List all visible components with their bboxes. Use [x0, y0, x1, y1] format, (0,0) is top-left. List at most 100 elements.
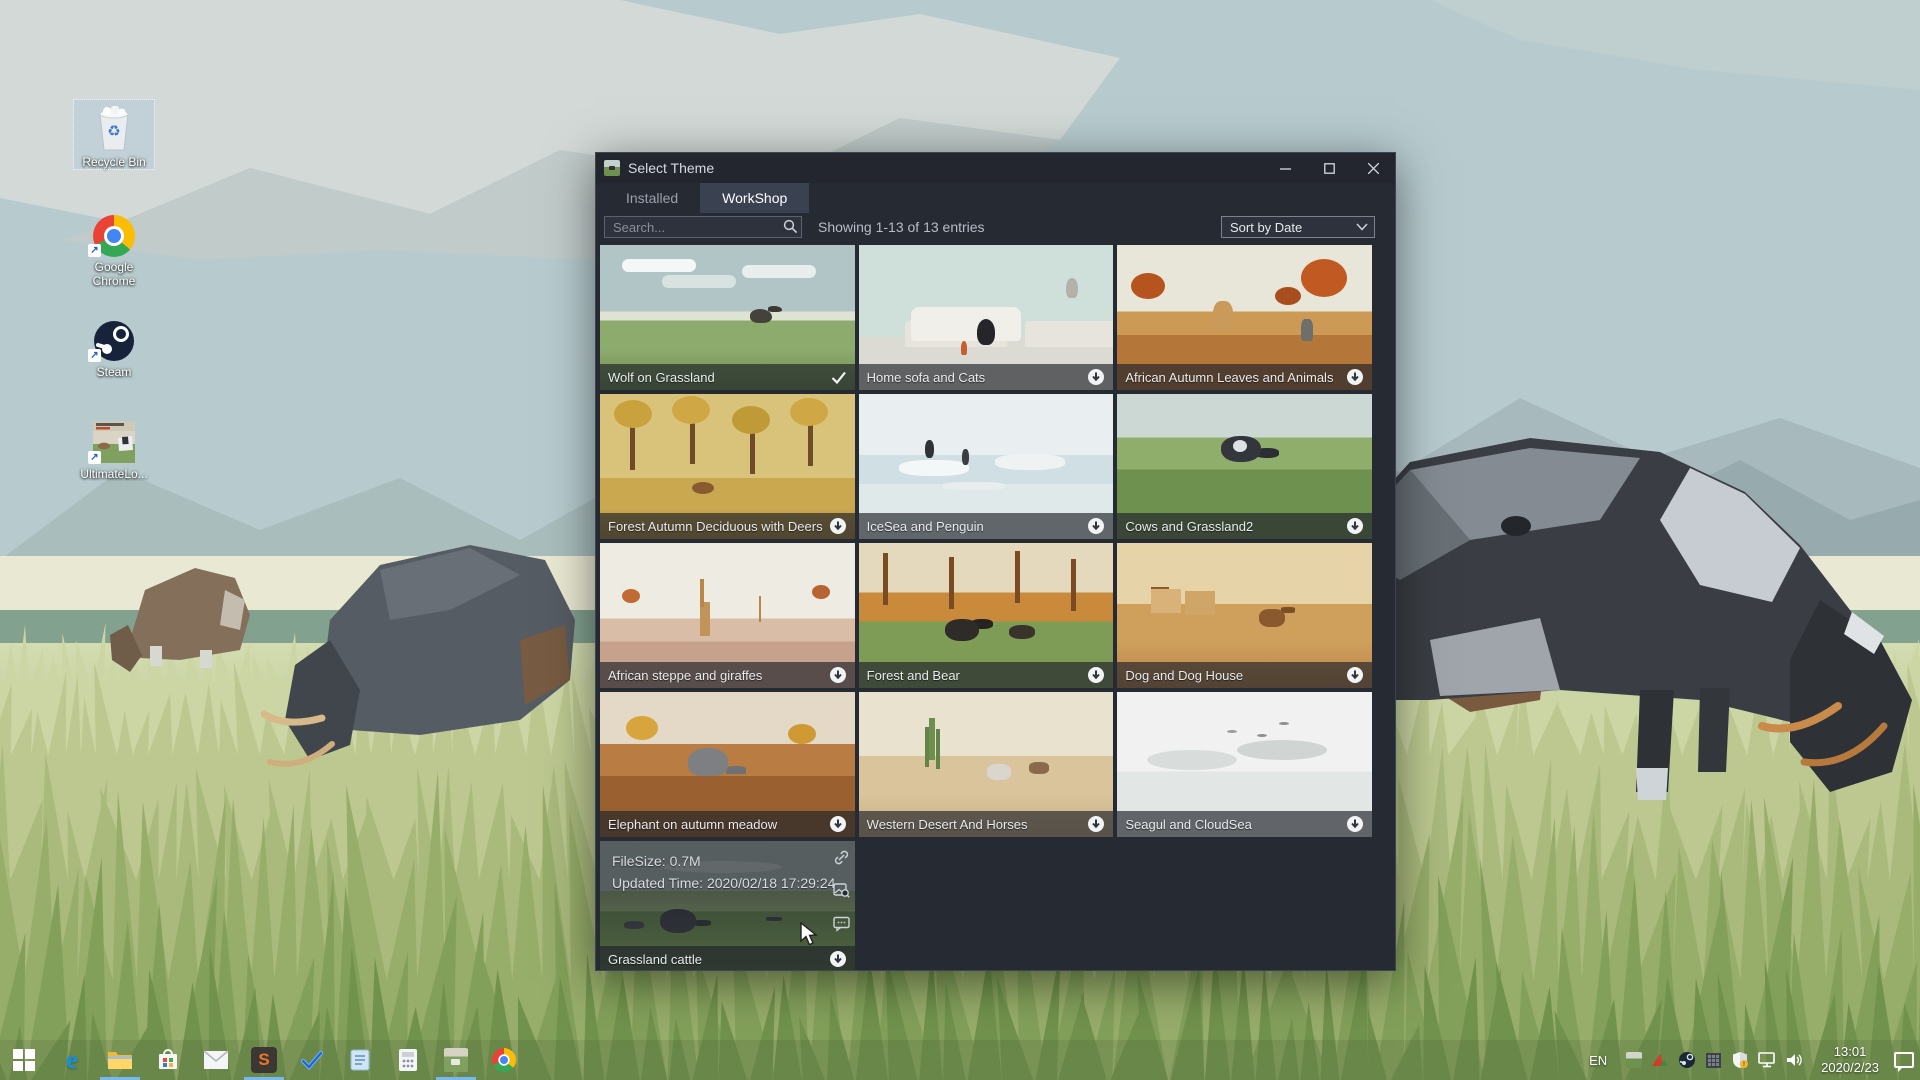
sort-dropdown[interactable]: Sort by Date: [1221, 216, 1375, 238]
download-icon[interactable]: [1346, 368, 1364, 386]
desktop-icon-ultimate-low-poly[interactable]: ↗ UltimateLo...: [74, 412, 154, 481]
taskbar-store[interactable]: [144, 1040, 192, 1080]
chrome-icon: ↗: [74, 205, 154, 257]
tray-wallpaper-icon[interactable]: [1626, 1052, 1642, 1068]
desktop-icon-google-chrome[interactable]: ↗ Google Chrome: [74, 205, 154, 288]
theme-tile[interactable]: Elephant on autumn meadow: [600, 692, 855, 837]
steam-icon: ↗: [74, 310, 154, 362]
taskbar-mail[interactable]: [192, 1040, 240, 1080]
download-icon[interactable]: [829, 815, 847, 833]
download-icon[interactable]: [829, 666, 847, 684]
tab-bar: Installed WorkShop: [596, 183, 1395, 213]
tray-network-icon[interactable]: [1758, 1052, 1777, 1068]
installed-check-icon: [830, 369, 847, 386]
language-indicator[interactable]: EN: [1579, 1053, 1617, 1068]
svg-text:♻: ♻: [107, 123, 120, 140]
clock-time: 13:01: [1821, 1044, 1879, 1060]
edge-icon: e: [66, 1045, 78, 1075]
tab-workshop[interactable]: WorkShop: [700, 183, 809, 213]
theme-tile[interactable]: Western Desert And Horses: [859, 692, 1114, 837]
desktop: ♻ Recycle Bin ↗ Google Chrome ↗ Steam: [0, 0, 1920, 1080]
taskbar-edge[interactable]: e: [48, 1040, 96, 1080]
taskbar-notepad[interactable]: [336, 1040, 384, 1080]
search-input[interactable]: [604, 216, 802, 238]
theme-filesize: FileSize: 0.7M: [612, 850, 843, 872]
results-count: Showing 1-13 of 13 entries: [818, 219, 985, 235]
theme-tile[interactable]: African Autumn Leaves and Animals: [1117, 245, 1372, 390]
mail-icon: [203, 1050, 229, 1070]
file-explorer-icon: [107, 1049, 133, 1071]
tray-steam-icon[interactable]: [1678, 1051, 1696, 1069]
taskbar: e S EN: [0, 1040, 1920, 1080]
low-poly-pet-icon: ↗: [74, 412, 154, 464]
shortcut-arrow-icon: ↗: [88, 451, 101, 464]
theme-title: Forest Autumn Deciduous with Deers: [608, 519, 829, 534]
search-icon[interactable]: [783, 219, 798, 234]
clock-date: 2020/2/23: [1821, 1060, 1879, 1076]
close-button[interactable]: [1351, 153, 1395, 183]
theme-tile[interactable]: Forest and Bear: [859, 543, 1114, 688]
theme-tile[interactable]: African steppe and giraffes: [600, 543, 855, 688]
download-icon[interactable]: [1087, 666, 1105, 684]
sort-label: Sort by Date: [1230, 220, 1302, 235]
taskbar-todo[interactable]: [288, 1040, 336, 1080]
tray-defender-icon[interactable]: !: [1731, 1051, 1749, 1069]
theme-title: Grassland cattle: [608, 952, 829, 967]
tile-action-rail: [833, 849, 850, 932]
svg-text:!: !: [1743, 1062, 1745, 1068]
download-icon[interactable]: [1087, 517, 1105, 535]
tray-volume-icon[interactable]: [1786, 1052, 1806, 1068]
theme-updated-time: Updated Time: 2020/02/18 17:29:24: [612, 872, 843, 894]
taskbar-calculator[interactable]: [384, 1040, 432, 1080]
download-icon[interactable]: [1087, 815, 1105, 833]
window-titlebar[interactable]: Select Theme: [596, 153, 1395, 183]
desktop-icon-recycle-bin[interactable]: ♻ Recycle Bin: [74, 100, 154, 169]
download-icon[interactable]: [829, 517, 847, 535]
desktop-icon-steam[interactable]: ↗ Steam: [74, 310, 154, 379]
desktop-icon-label: Recycle Bin: [74, 155, 154, 169]
download-icon[interactable]: [1346, 517, 1364, 535]
theme-tile[interactable]: Cows and Grassland2: [1117, 394, 1372, 539]
theme-title: Forest and Bear: [867, 668, 1088, 683]
window-title: Select Theme: [628, 160, 714, 176]
store-icon: [156, 1048, 180, 1072]
theme-tile[interactable]: Home sofa and Cats: [859, 245, 1114, 390]
theme-title: African steppe and giraffes: [608, 668, 829, 683]
theme-title: Dog and Dog House: [1125, 668, 1346, 683]
chevron-down-icon: [1356, 223, 1368, 231]
theme-title: Wolf on Grassland: [608, 370, 830, 385]
theme-title: Seagul and CloudSea: [1125, 817, 1346, 832]
theme-tile[interactable]: Seagul and CloudSea: [1117, 692, 1372, 837]
chrome-icon: [492, 1048, 516, 1072]
taskbar-chrome[interactable]: [480, 1040, 528, 1080]
theme-tile-selected[interactable]: FileSize: 0.7M Updated Time: 2020/02/18 …: [600, 841, 855, 970]
comment-icon[interactable]: [833, 915, 850, 932]
taskbar-file-explorer[interactable]: [96, 1040, 144, 1080]
theme-tile[interactable]: Dog and Dog House: [1117, 543, 1372, 688]
tab-installed[interactable]: Installed: [604, 183, 700, 213]
download-icon[interactable]: [1346, 815, 1364, 833]
theme-tile[interactable]: Wolf on Grassland: [600, 245, 855, 390]
app-icon: [604, 160, 620, 176]
start-button[interactable]: [0, 1040, 48, 1080]
theme-title: Cows and Grassland2: [1125, 519, 1346, 534]
taskbar-wallpaper-app[interactable]: S: [240, 1040, 288, 1080]
maximize-button[interactable]: [1307, 153, 1351, 183]
download-icon[interactable]: [829, 950, 847, 968]
link-icon[interactable]: [833, 849, 850, 866]
preview-image-icon[interactable]: [833, 882, 850, 899]
desktop-icon-label: Steam: [74, 365, 154, 379]
notepad-icon: [349, 1048, 371, 1072]
download-icon[interactable]: [1346, 666, 1364, 684]
desktop-icon-label: Google Chrome: [74, 260, 154, 288]
action-center-icon[interactable]: [1894, 1052, 1914, 1068]
minimize-button[interactable]: [1263, 153, 1307, 183]
taskbar-lowpoly-app[interactable]: [432, 1040, 480, 1080]
theme-tile[interactable]: Forest Autumn Deciduous with Deers: [600, 394, 855, 539]
tray-grid-icon[interactable]: [1705, 1052, 1722, 1069]
taskbar-clock[interactable]: 13:01 2020/2/23: [1815, 1044, 1885, 1076]
theme-title: Home sofa and Cats: [867, 370, 1088, 385]
theme-tile[interactable]: IceSea and Penguin: [859, 394, 1114, 539]
download-icon[interactable]: [1087, 368, 1105, 386]
tray-triangle-icon[interactable]: [1651, 1052, 1669, 1068]
